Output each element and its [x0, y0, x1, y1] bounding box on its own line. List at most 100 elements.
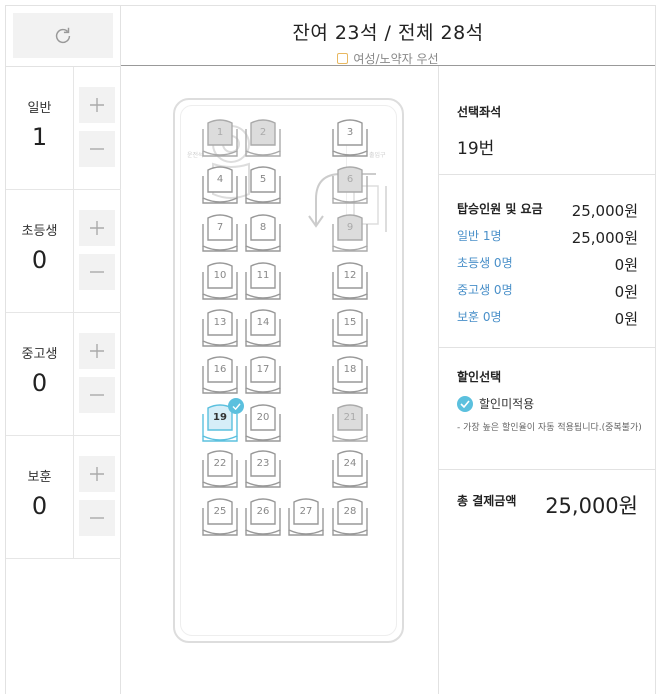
- selected-check-icon: [228, 398, 244, 414]
- seat-24[interactable]: 24: [330, 448, 370, 491]
- minus-icon: [90, 517, 104, 519]
- total-value: 25,000원: [545, 494, 638, 518]
- seat-2: 2: [243, 117, 283, 160]
- fare-title: 탑승인원 및 요금: [457, 202, 543, 216]
- fare-value: 0원: [614, 256, 638, 274]
- seat-number: 15: [343, 317, 357, 328]
- increase-button[interactable]: [79, 87, 115, 123]
- seat-19[interactable]: 19: [200, 398, 244, 445]
- counter-value: 0: [31, 492, 48, 520]
- refresh-icon: [55, 27, 71, 43]
- seat-number: 13: [213, 317, 227, 328]
- decrease-button[interactable]: [79, 500, 115, 536]
- discount-section: 할인선택 할인미적용 - 가장 높은 할인율이 자동 적용됩니다.(중복불가): [439, 348, 656, 470]
- refresh-button[interactable]: [13, 13, 113, 58]
- fare-label: 중고생 0명: [457, 283, 513, 297]
- seat-3[interactable]: 3: [330, 117, 370, 160]
- bus-seat-map: 운전석 출입구 1 2 3 4 5 6 7 8 9 10 11 12 13 14 15 16 17 18 19 20 2…: [173, 98, 404, 643]
- plus-icon: [90, 221, 104, 235]
- counter-label: 초등생: [21, 224, 58, 239]
- seat-12[interactable]: 12: [330, 260, 370, 303]
- seat-count-title: 잔여 23석 / 전체 28석: [292, 22, 484, 44]
- seat-number: 5: [259, 174, 267, 185]
- counter-divider: [73, 436, 74, 558]
- plus-icon: [90, 344, 104, 358]
- seat-23[interactable]: 23: [243, 448, 283, 491]
- seat-number: 21: [343, 412, 357, 423]
- preference-box-icon: [337, 53, 349, 64]
- selected-seat-section: 선택좌석 19번: [439, 66, 656, 175]
- fare-row: 일반 1명 25,000원: [457, 227, 638, 248]
- seat-number: 17: [256, 364, 270, 375]
- seat-16[interactable]: 16: [200, 354, 240, 397]
- fare-total: 25,000원: [571, 202, 638, 220]
- seat-number: 20: [256, 412, 270, 423]
- seat-22[interactable]: 22: [200, 448, 240, 491]
- minus-icon: [90, 148, 104, 150]
- counter-divider: [73, 67, 74, 189]
- seat-number: 25: [213, 506, 227, 517]
- seat-11[interactable]: 11: [243, 260, 283, 303]
- seat-number: 22: [213, 458, 227, 469]
- selected-seat-title: 선택좌석: [457, 105, 502, 119]
- seat-21: 21: [330, 402, 370, 445]
- seat-number: 12: [343, 270, 357, 281]
- seat-18[interactable]: 18: [330, 354, 370, 397]
- discount-note: - 가장 높은 할인율이 자동 적용됩니다.(중복불가): [457, 423, 642, 433]
- decrease-button[interactable]: [79, 131, 115, 167]
- seat-number: 14: [256, 317, 270, 328]
- seat-number: 24: [343, 458, 357, 469]
- counter-label: 보훈: [27, 470, 52, 485]
- total-section: 총 결제금액 25,000원: [439, 470, 656, 530]
- increase-button[interactable]: [79, 210, 115, 246]
- seat-4[interactable]: 4: [200, 164, 240, 207]
- seat-number: 1: [216, 127, 224, 138]
- seat-26[interactable]: 26: [243, 496, 283, 539]
- seat-13[interactable]: 13: [200, 307, 240, 350]
- bus-interior: 운전석 출입구 1 2 3 4 5 6 7 8 9 10 11 12 13 14 15 16 17 18 19 20 2…: [180, 105, 397, 636]
- discount-option-label: 할인미적용: [479, 397, 535, 411]
- seat-27[interactable]: 27: [286, 496, 326, 539]
- seat-14[interactable]: 14: [243, 307, 283, 350]
- seat-number: 28: [343, 506, 357, 517]
- fare-label: 보훈 0명: [457, 310, 502, 324]
- counter-label: 일반: [27, 101, 52, 116]
- discount-option[interactable]: 할인미적용: [457, 395, 534, 412]
- seat-number: 10: [213, 270, 227, 281]
- minus-icon: [90, 394, 104, 396]
- decrease-button[interactable]: [79, 377, 115, 413]
- seat-5[interactable]: 5: [243, 164, 283, 207]
- fare-row: 중고생 0명 0원: [457, 281, 638, 302]
- increase-button[interactable]: [79, 333, 115, 369]
- seat-9: 9: [330, 212, 370, 255]
- seat-number: 26: [256, 506, 270, 517]
- seat-10[interactable]: 10: [200, 260, 240, 303]
- seat-number: 2: [259, 127, 267, 138]
- seat-25[interactable]: 25: [200, 496, 240, 539]
- increase-button[interactable]: [79, 456, 115, 492]
- counter-divider: [73, 313, 74, 435]
- counter-value: 1: [31, 123, 48, 151]
- decrease-button[interactable]: [79, 254, 115, 290]
- preference-legend: 여성/노약자 우선: [121, 50, 655, 67]
- minus-icon: [90, 271, 104, 273]
- seat-number: 6: [346, 174, 354, 185]
- seat-17[interactable]: 17: [243, 354, 283, 397]
- fare-value: 0원: [614, 283, 638, 301]
- seat-8[interactable]: 8: [243, 212, 283, 255]
- seat-28[interactable]: 28: [330, 496, 370, 539]
- fare-label: 일반 1명: [457, 229, 502, 243]
- fare-value: 25,000원: [571, 229, 638, 247]
- seat-7[interactable]: 7: [200, 212, 240, 255]
- check-icon: [457, 395, 473, 412]
- seat-number: 27: [299, 506, 313, 517]
- seat-15[interactable]: 15: [330, 307, 370, 350]
- plus-icon: [90, 98, 104, 112]
- fare-section: 탑승인원 및 요금 25,000원 일반 1명 25,000원 초등생 0명 0…: [439, 175, 656, 348]
- seat-6: 6: [330, 164, 370, 207]
- selected-seat-value: 19번: [457, 139, 495, 159]
- seat-number: 23: [256, 458, 270, 469]
- seat-number: 4: [216, 174, 224, 185]
- seat-20[interactable]: 20: [243, 402, 283, 445]
- total-title: 총 결제금액: [457, 494, 517, 508]
